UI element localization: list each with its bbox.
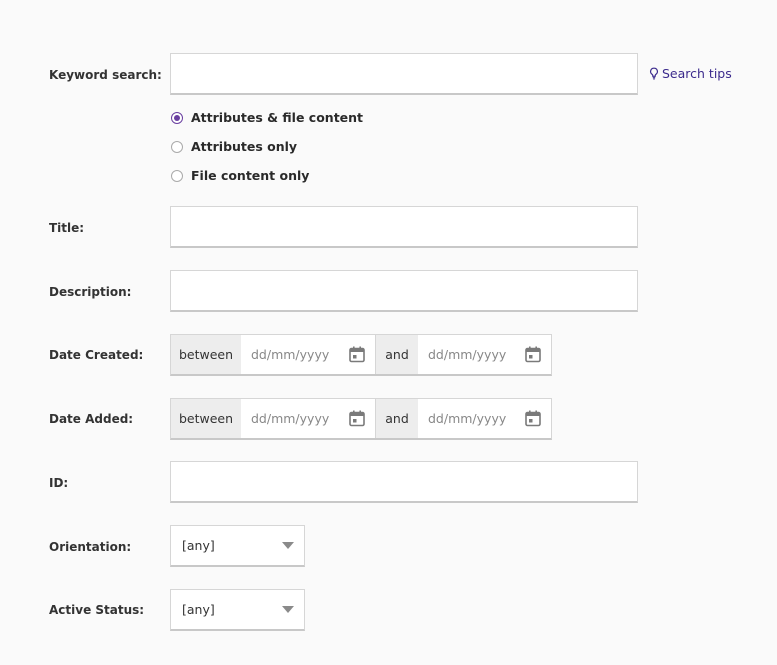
date-added-label: Date Added: [49,412,134,426]
date-created-to-input[interactable]: dd/mm/yyyy [418,335,551,374]
radio-attributes-and-content[interactable]: Attributes & file content [171,103,363,132]
orientation-label: Orientation: [49,540,132,554]
date-placeholder: dd/mm/yyyy [251,347,330,362]
radio-file-content-only[interactable]: File content only [171,161,363,190]
title-label: Title: [49,221,85,235]
radio-attributes-only[interactable]: Attributes only [171,132,363,161]
chevron-down-icon [282,606,294,613]
search-tips-link[interactable]: Search tips [649,66,732,81]
lightbulb-icon [650,67,658,80]
active-status-select[interactable]: [any] [170,589,305,631]
date-placeholder: dd/mm/yyyy [428,347,507,362]
radio-label: File content only [191,168,310,183]
title-input[interactable] [170,206,638,248]
orientation-selected-value: [any] [182,538,215,553]
date-created-label: Date Created: [49,348,144,362]
and-addon: and [375,399,418,438]
date-placeholder: dd/mm/yyyy [251,411,330,426]
radio-label: Attributes only [191,139,298,154]
date-added-from-input[interactable]: dd/mm/yyyy [241,399,375,438]
between-addon: between [171,399,241,438]
radio-label: Attributes & file content [191,110,364,125]
date-created-from-input[interactable]: dd/mm/yyyy [241,335,375,374]
calendar-icon[interactable] [349,346,365,363]
date-added-to-input[interactable]: dd/mm/yyyy [418,399,551,438]
date-added-range: between dd/mm/yyyy and dd/mm/yyyy [170,398,552,440]
calendar-icon[interactable] [525,410,541,427]
search-tips-label: Search tips [662,66,732,81]
calendar-icon[interactable] [349,410,365,427]
id-label: ID: [49,476,69,490]
date-placeholder: dd/mm/yyyy [428,411,507,426]
advanced-search-form: Keyword search: Search tips Attributes &… [0,0,777,665]
between-addon: between [171,335,241,374]
description-label: Description: [49,285,132,299]
keyword-search-input[interactable] [170,53,638,95]
and-addon: and [375,335,418,374]
radio-indicator[interactable] [171,169,183,182]
orientation-select[interactable]: [any] [170,525,305,567]
keyword-scope-radio-group: Attributes & file content Attributes onl… [171,103,363,190]
active-status-selected-value: [any] [182,602,215,617]
radio-selected-indicator[interactable] [171,111,183,124]
keyword-search-label: Keyword search: [49,68,162,82]
id-input[interactable] [170,461,638,503]
description-input[interactable] [170,270,638,312]
chevron-down-icon [282,542,294,549]
radio-indicator[interactable] [171,140,183,153]
calendar-icon[interactable] [525,346,541,363]
active-status-label: Active Status: [49,603,145,617]
date-created-range: between dd/mm/yyyy and dd/mm/yyyy [170,334,552,376]
